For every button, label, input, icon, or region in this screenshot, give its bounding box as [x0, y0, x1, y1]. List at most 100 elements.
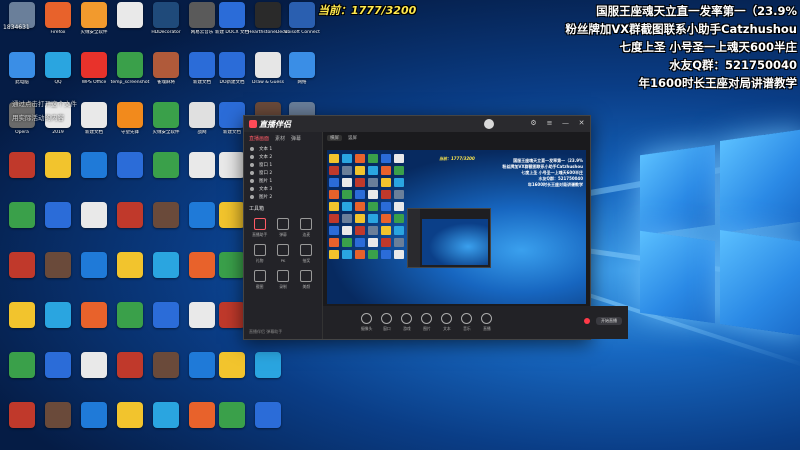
eye-icon[interactable] [250, 171, 254, 175]
desktop-icon[interactable]: 守望先锋 [112, 102, 148, 135]
desktop-icon[interactable]: HDDecorator [148, 2, 184, 35]
source-button[interactable]: 直播 [481, 313, 493, 332]
desktop-icon[interactable] [40, 252, 76, 278]
tab-danmu[interactable]: 弹幕 [291, 135, 301, 142]
desktop-icon[interactable]: Firefox [40, 2, 76, 35]
desktop-icon[interactable] [112, 302, 148, 328]
source-button[interactable]: 游戏 [401, 313, 413, 332]
desktop-icon[interactable] [40, 302, 76, 328]
desktop-icon[interactable]: QQ [40, 52, 76, 85]
desktop-icon[interactable] [148, 352, 184, 378]
desktop-icon[interactable] [40, 402, 76, 428]
desktop-icon[interactable] [76, 402, 112, 428]
source-button[interactable]: 摄像头 [361, 313, 372, 332]
tab-portrait[interactable]: 竖屏 [348, 135, 357, 141]
desktop-icon[interactable] [76, 352, 112, 378]
desktop-icon[interactable]: 火绒安全软件 [148, 102, 184, 135]
source-button[interactable]: 窗口 [381, 313, 393, 332]
tool-item[interactable]: 连麦 [295, 218, 318, 238]
desktop-icon[interactable]: 新建文档 [76, 102, 112, 135]
tool-item[interactable]: PK [271, 244, 294, 264]
scene-source-item[interactable]: 图片 1 [244, 177, 322, 185]
tab-scene[interactable]: 直播画面 [249, 135, 269, 142]
desktop-icon[interactable]: Draw & Guess [250, 52, 286, 85]
desktop-icon[interactable]: DO新建文档 [214, 52, 250, 85]
scene-source-item[interactable]: 文本 3 [244, 185, 322, 193]
desktop-icon[interactable] [148, 402, 184, 428]
desktop-icon[interactable]: 火绒安全软件 [76, 2, 112, 35]
desktop-icon[interactable] [76, 252, 112, 278]
desktop-icon[interactable] [112, 152, 148, 180]
tool-item[interactable]: 直播助手 [248, 218, 271, 238]
scene-source-item[interactable]: 文本 2 [244, 153, 322, 161]
tool-item[interactable]: 录制 [271, 270, 294, 290]
eye-icon[interactable] [250, 195, 254, 199]
desktop-icon[interactable]: 雀魂麻将 [148, 52, 184, 85]
app-icon [9, 202, 35, 228]
scene-source-item[interactable]: 窗口 1 [244, 161, 322, 169]
menu-icon[interactable]: ≡ [545, 119, 554, 128]
desktop-icon[interactable] [76, 152, 112, 180]
go-live-button[interactable]: 开始直播 [596, 317, 622, 325]
tool-item[interactable]: 抽奖 [295, 244, 318, 264]
desktop-icon[interactable] [112, 402, 148, 428]
tab-landscape[interactable]: 横屏 [327, 135, 342, 141]
desktop-icon[interactable] [4, 202, 40, 228]
source-button[interactable]: 图片 [421, 313, 433, 332]
stream-preview[interactable]: 当前：1777/3200 国服王座魂天立直一发率第一（23.9% 粉丝牌加VX群… [327, 150, 586, 304]
desktop-icon[interactable] [40, 352, 76, 378]
scene-source-label: 窗口 1 [259, 163, 273, 168]
avatar[interactable] [484, 119, 494, 129]
scene-source-item[interactable]: 文本 1 [244, 145, 322, 153]
desktop-icon[interactable] [148, 252, 184, 278]
source-icon [361, 313, 373, 324]
tool-item[interactable]: 截图 [248, 270, 271, 290]
desktop-icon[interactable] [112, 352, 148, 378]
desktop-icon[interactable]: 网络 [284, 52, 320, 85]
desktop-icon[interactable]: temp_screenshot [111, 52, 149, 85]
tab-material[interactable]: 素材 [275, 135, 285, 142]
desktop-icon[interactable]: 此电脑 [4, 52, 40, 85]
desktop-icon[interactable] [250, 402, 286, 428]
desktop-icon[interactable] [250, 352, 286, 378]
desktop-icon[interactable] [112, 252, 148, 278]
desktop-icon[interactable] [148, 202, 184, 228]
desktop-icon[interactable] [214, 402, 250, 428]
live-companion-window[interactable]: 直播伴侣 ⚙ ≡ — ✕ 直播画面 素材 弹幕 文本 1 文本 2 窗口 1 窗口 2… [243, 115, 628, 340]
tool-item[interactable]: 礼物 [248, 244, 271, 264]
desktop-icon[interactable] [4, 152, 40, 180]
close-icon[interactable]: ✕ [577, 119, 586, 128]
desktop-icon[interactable] [4, 402, 40, 428]
desktop-icon[interactable] [148, 302, 184, 328]
desktop-icon[interactable] [76, 302, 112, 328]
tool-item[interactable]: 弹幕 [271, 218, 294, 238]
desktop-icon[interactable]: 新建 DOCX 文档 [214, 2, 250, 35]
record-dot-icon[interactable] [584, 318, 590, 324]
desktop-icon[interactable] [4, 352, 40, 378]
source-button[interactable]: 音乐 [461, 313, 473, 332]
desktop-icon[interactable] [4, 252, 40, 278]
source-button[interactable]: 文本 [441, 313, 453, 332]
desktop-icon[interactable]: WPS Office [76, 52, 112, 85]
settings-icon[interactable]: ⚙ [529, 119, 538, 128]
minimize-icon[interactable]: — [561, 119, 570, 128]
desktop-icon[interactable] [40, 152, 76, 180]
scene-source-item[interactable]: 窗口 2 [244, 169, 322, 177]
tool-item[interactable]: 美颜 [295, 270, 318, 290]
eye-icon[interactable] [250, 187, 254, 191]
eye-icon[interactable] [250, 179, 254, 183]
desktop-icon[interactable] [148, 152, 184, 180]
desktop-icon[interactable] [40, 202, 76, 228]
eye-icon[interactable] [250, 155, 254, 159]
desktop-icon[interactable] [214, 352, 250, 378]
app-titlebar[interactable]: 直播伴侣 ⚙ ≡ — ✕ [244, 116, 590, 132]
eye-icon[interactable] [250, 163, 254, 167]
desktop-icon[interactable]: Ubisoft Connect [284, 2, 320, 35]
desktop-icon[interactable] [112, 2, 148, 30]
eye-icon[interactable] [250, 147, 254, 151]
scene-source-item[interactable]: 图片 2 [244, 193, 322, 201]
desktop-icon[interactable] [4, 302, 40, 328]
desktop-icon[interactable] [76, 202, 112, 228]
desktop-icon[interactable] [112, 202, 148, 228]
desktop-icon[interactable]: HearthstoneDeckTracker [248, 2, 288, 35]
